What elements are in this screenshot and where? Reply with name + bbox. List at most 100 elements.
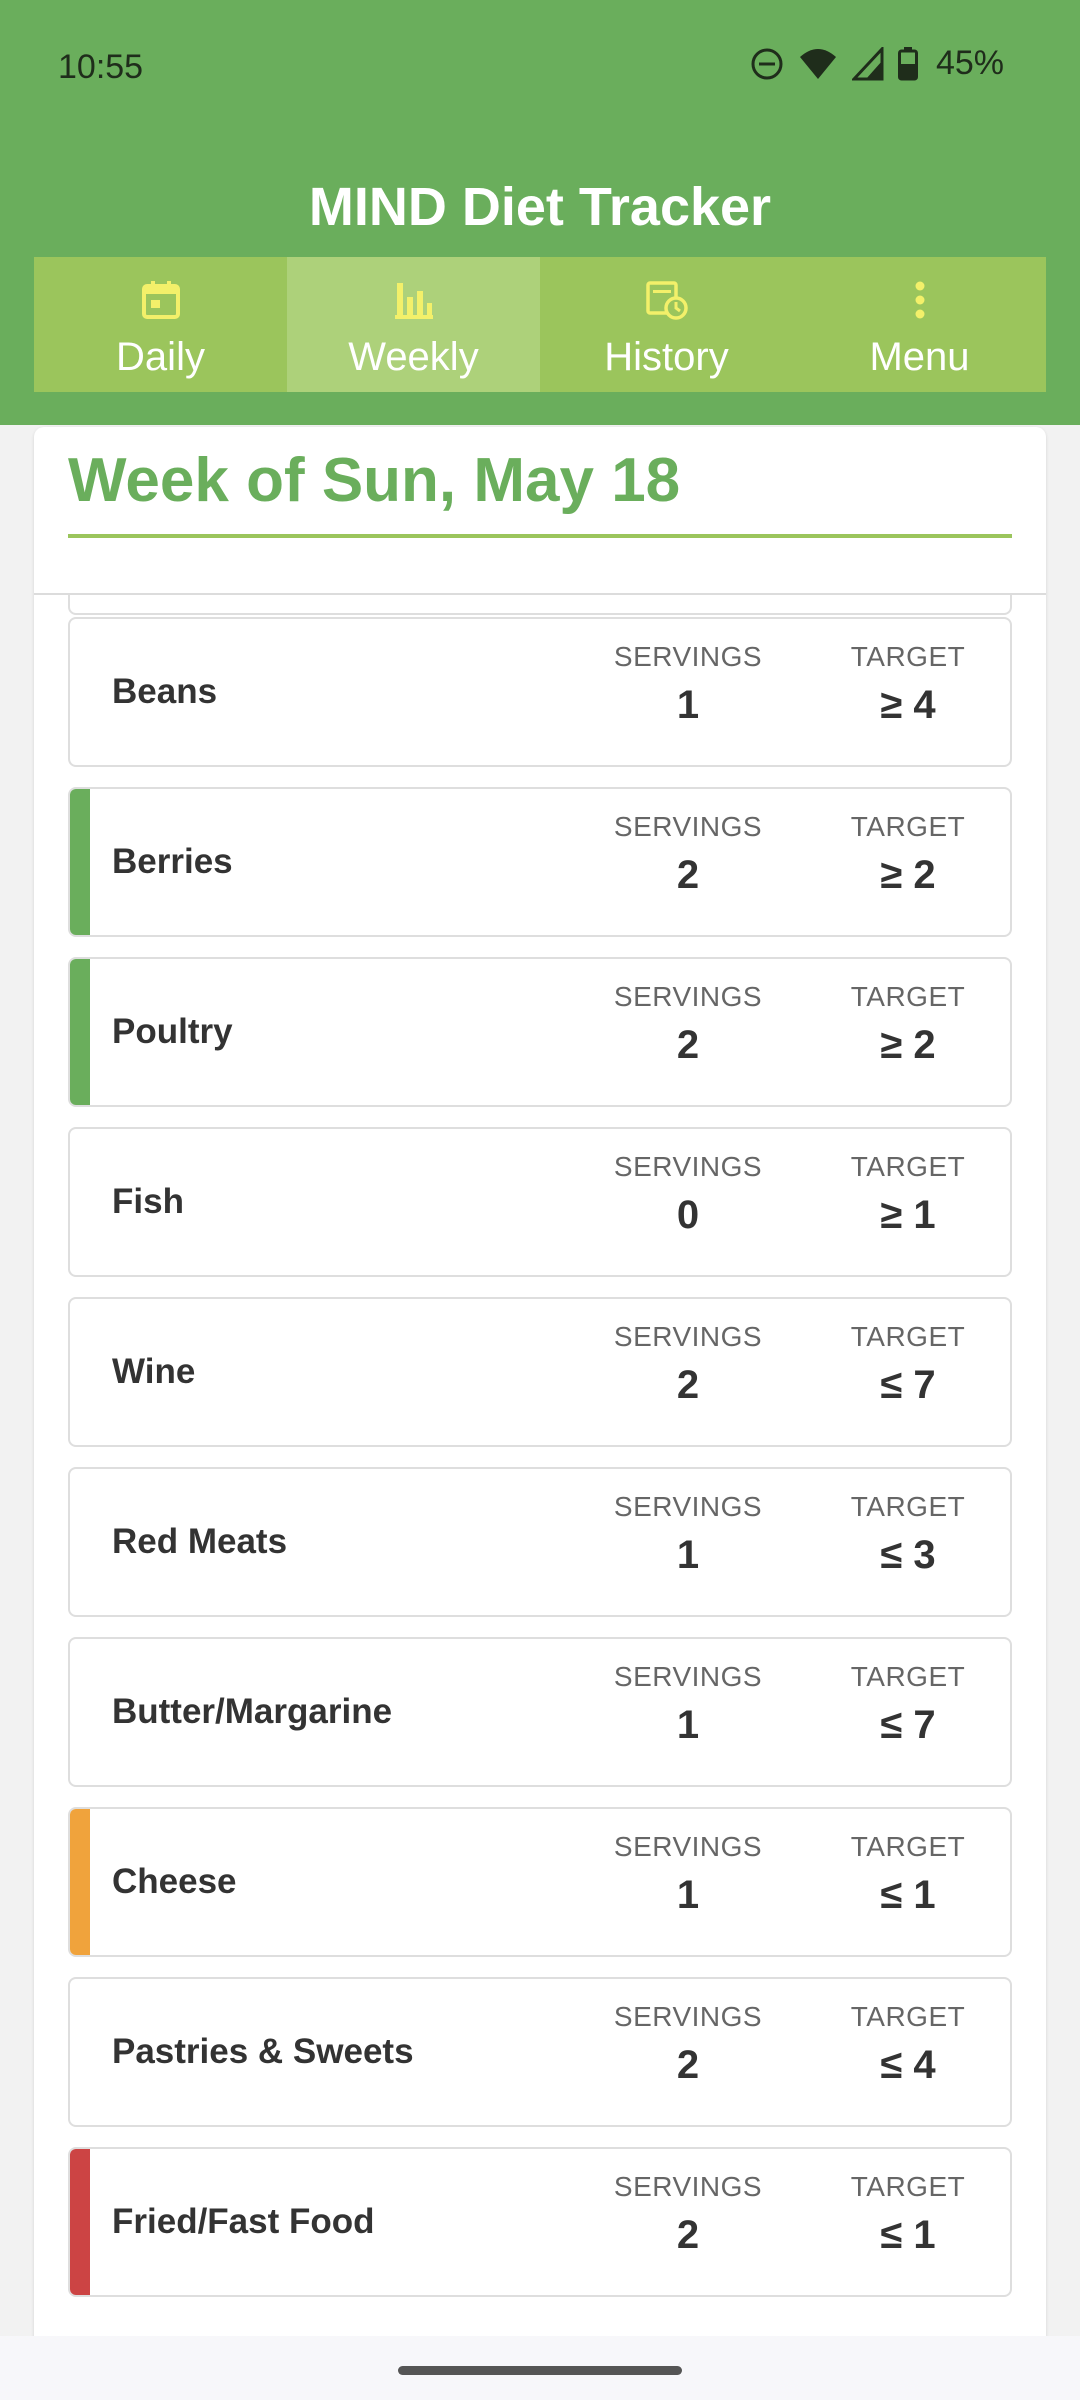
title-underline xyxy=(68,534,1012,538)
servings-label: SERVINGS xyxy=(613,1491,763,1522)
signal-icon xyxy=(851,46,884,81)
servings-label: SERVINGS xyxy=(613,1661,763,1692)
target-column: TARGET ≤ 1 xyxy=(808,2171,1008,2258)
item-name: Fish xyxy=(112,1182,184,1221)
target-column: TARGET ≥ 1 xyxy=(808,1151,1008,1238)
status-bar: 10:55 45% xyxy=(0,0,1080,135)
servings-value: 0 xyxy=(676,1193,700,1237)
target-label: TARGET xyxy=(850,1661,966,1692)
tab-weekly-label: Weekly xyxy=(348,335,479,379)
tab-bar: Daily Weekly History Menu xyxy=(34,257,1046,392)
system-nav-bar xyxy=(0,2336,1080,2400)
list-item-poultry: Poultry SERVINGS 2 TARGET ≥ 2 xyxy=(68,957,1012,1107)
servings-label: SERVINGS xyxy=(613,1151,763,1182)
status-time: 10:55 xyxy=(58,48,144,86)
tab-history-label: History xyxy=(604,335,729,379)
target-value: ≤ 1 xyxy=(880,1873,936,1917)
week-title: Week of Sun, May 18 xyxy=(68,446,681,515)
app-title: MIND Diet Tracker xyxy=(308,177,772,237)
status-accent xyxy=(70,1979,90,2125)
target-value: ≤ 7 xyxy=(880,1703,936,1747)
target-column: TARGET ≥ 2 xyxy=(808,811,1008,898)
servings-column: SERVINGS 1 xyxy=(588,1491,788,1578)
status-icons: 45% xyxy=(750,44,1004,83)
tab-menu-label: Menu xyxy=(869,335,970,379)
more-vertical-icon xyxy=(913,275,927,325)
tab-weekly[interactable]: Weekly xyxy=(287,257,540,392)
target-column: TARGET ≥ 4 xyxy=(808,641,1008,728)
item-name: Fried/Fast Food xyxy=(112,2202,375,2241)
servings-value: 1 xyxy=(676,1533,700,1577)
bar-chart-icon xyxy=(393,275,435,325)
target-column: TARGET ≤ 4 xyxy=(808,2001,1008,2088)
app-header: 10:55 45% MIND Diet Tracker Daily Weekly… xyxy=(0,0,1080,425)
item-name: Berries xyxy=(112,842,233,881)
target-value: ≥ 4 xyxy=(880,683,936,727)
target-value: ≤ 7 xyxy=(880,1363,936,1407)
servings-label: SERVINGS xyxy=(613,2001,763,2032)
status-accent xyxy=(70,959,90,1105)
list-item-butter-margarine: Butter/Margarine SERVINGS 1 TARGET ≤ 7 xyxy=(68,1637,1012,1787)
item-name: Pastries & Sweets xyxy=(112,2032,414,2071)
home-gesture-handle[interactable] xyxy=(398,2366,682,2375)
target-label: TARGET xyxy=(850,2001,966,2032)
tab-history[interactable]: History xyxy=(540,257,793,392)
list-item-fried-fast-food: Fried/Fast Food SERVINGS 2 TARGET ≤ 1 xyxy=(68,2147,1012,2297)
list-item-partial xyxy=(68,595,1012,615)
food-group-list[interactable]: Beans SERVINGS 1 TARGET ≥ 4 Berries SERV… xyxy=(34,595,1046,2400)
target-value: ≥ 2 xyxy=(880,1023,936,1067)
servings-label: SERVINGS xyxy=(613,1831,763,1862)
tab-menu[interactable]: Menu xyxy=(793,257,1046,392)
item-name: Poultry xyxy=(112,1012,233,1051)
list-item-cheese: Cheese SERVINGS 1 TARGET ≤ 1 xyxy=(68,1807,1012,1957)
servings-value: 2 xyxy=(676,1023,700,1067)
target-column: TARGET ≤ 1 xyxy=(808,1831,1008,1918)
list-item-berries: Berries SERVINGS 2 TARGET ≥ 2 xyxy=(68,787,1012,937)
status-accent xyxy=(70,1639,90,1785)
target-column: TARGET ≥ 2 xyxy=(808,981,1008,1068)
item-name: Cheese xyxy=(112,1862,237,1901)
servings-label: SERVINGS xyxy=(613,2171,763,2202)
servings-column: SERVINGS 2 xyxy=(588,981,788,1068)
item-name: Wine xyxy=(112,1352,196,1391)
servings-value: 2 xyxy=(676,2213,700,2257)
item-name: Red Meats xyxy=(112,1522,288,1561)
target-label: TARGET xyxy=(850,811,966,842)
servings-value: 2 xyxy=(676,853,700,897)
target-value: ≤ 3 xyxy=(880,1533,936,1577)
tab-daily[interactable]: Daily xyxy=(34,257,287,392)
servings-column: SERVINGS 0 xyxy=(588,1151,788,1238)
servings-label: SERVINGS xyxy=(613,981,763,1012)
dnd-icon xyxy=(750,47,784,81)
servings-column: SERVINGS 1 xyxy=(588,1831,788,1918)
servings-value: 2 xyxy=(676,2043,700,2087)
target-column: TARGET ≤ 3 xyxy=(808,1491,1008,1578)
history-icon xyxy=(645,275,689,325)
servings-column: SERVINGS 1 xyxy=(588,641,788,728)
servings-label: SERVINGS xyxy=(613,1321,763,1352)
servings-label: SERVINGS xyxy=(613,641,763,672)
battery-percent: 45% xyxy=(935,44,1004,82)
calendar-icon xyxy=(140,275,182,325)
target-label: TARGET xyxy=(850,1491,966,1522)
status-accent xyxy=(70,1129,90,1275)
servings-column: SERVINGS 1 xyxy=(588,1661,788,1748)
servings-value: 1 xyxy=(676,683,700,727)
target-label: TARGET xyxy=(850,981,966,1012)
target-value: ≤ 4 xyxy=(880,2043,936,2087)
list-item-pastries-sweets: Pastries & Sweets SERVINGS 2 TARGET ≤ 4 xyxy=(68,1977,1012,2127)
status-accent xyxy=(70,789,90,935)
list-item-fish: Fish SERVINGS 0 TARGET ≥ 1 xyxy=(68,1127,1012,1277)
servings-value: 1 xyxy=(676,1873,700,1917)
target-column: TARGET ≤ 7 xyxy=(808,1661,1008,1748)
target-label: TARGET xyxy=(850,1321,966,1352)
servings-column: SERVINGS 2 xyxy=(588,1321,788,1408)
target-label: TARGET xyxy=(850,1151,966,1182)
target-label: TARGET xyxy=(850,641,966,672)
status-accent xyxy=(70,1469,90,1615)
status-accent xyxy=(70,2149,90,2295)
status-accent xyxy=(70,619,90,765)
status-accent xyxy=(70,1299,90,1445)
servings-value: 1 xyxy=(676,1703,700,1747)
battery-icon xyxy=(897,46,918,81)
